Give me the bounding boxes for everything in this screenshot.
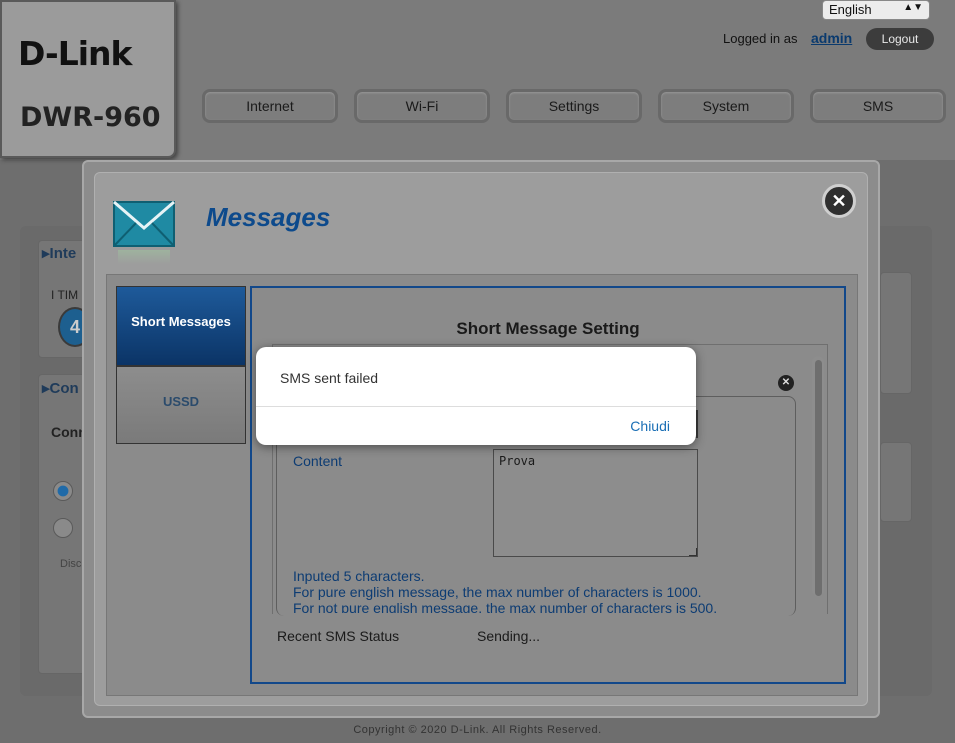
bg-card-right-2 <box>880 442 912 522</box>
english-limit-text: For pure english message, the max number… <box>293 584 702 600</box>
language-select[interactable]: English ▲▼ <box>822 0 930 20</box>
alert-message: SMS sent failed <box>280 370 379 386</box>
alert-divider <box>256 406 696 407</box>
compose-close-icon[interactable]: ✕ <box>778 375 794 391</box>
bg-section-connection-label: Con <box>49 380 79 397</box>
modal-close-button[interactable]: ✕ <box>822 184 856 218</box>
envelope-icon <box>113 201 175 247</box>
nav-sms[interactable]: SMS <box>810 89 946 123</box>
logo-panel: D-Link DWR-960 <box>0 0 176 158</box>
bg-disc-label: Disc <box>60 558 82 570</box>
content-textarea[interactable]: Prova <box>493 449 698 557</box>
model-name: DWR-960 <box>20 102 161 133</box>
bg-isp-label: I TIM <box>51 288 79 302</box>
tab-short-messages[interactable]: Short Messages <box>116 286 246 366</box>
alert-close-button[interactable]: Chiudi <box>630 418 670 434</box>
bg-card-right-1 <box>880 272 912 394</box>
nav-system[interactable]: System <box>658 89 794 123</box>
user-link[interactable]: admin <box>811 30 852 46</box>
alert-dialog: SMS sent failed Chiudi <box>256 347 696 445</box>
non-english-limit-text: For not pure english message, the max nu… <box>293 600 718 613</box>
content-label: Content <box>293 453 343 469</box>
bg-section-internet: ▸Inte <box>42 245 77 262</box>
nav-internet[interactable]: Internet <box>202 89 338 123</box>
select-arrows-icon: ▲▼ <box>903 2 923 13</box>
bg-radio[interactable] <box>53 518 73 538</box>
logout-button[interactable]: Logout <box>866 28 934 50</box>
copyright-text: Copyright © 2020 D-Link. All Rights Rese… <box>353 724 602 736</box>
scrollbar-thumb[interactable] <box>815 360 822 596</box>
modal-title: Messages <box>206 202 331 232</box>
language-value: English <box>829 2 872 17</box>
sms-status-value: Sending... <box>477 628 541 644</box>
nav-wifi[interactable]: Wi-Fi <box>354 89 490 123</box>
resize-grip-icon[interactable] <box>689 548 697 556</box>
logged-in-label: Logged in as <box>723 31 798 46</box>
sms-setting-title: Short Message Setting <box>456 319 640 338</box>
sms-status-label: Recent SMS Status <box>277 628 400 644</box>
tab-ussd[interactable]: USSD <box>116 366 246 444</box>
nav-settings[interactable]: Settings <box>506 89 642 123</box>
bg-radio-selected[interactable] <box>53 481 73 501</box>
bg-section-internet-label: Inte <box>49 245 77 262</box>
char-count-text: Inputed 5 characters. <box>293 568 425 584</box>
brand-logo: D-Link <box>18 34 132 73</box>
envelope-reflection <box>118 250 170 264</box>
bg-section-connection: ▸Con <box>42 380 79 397</box>
